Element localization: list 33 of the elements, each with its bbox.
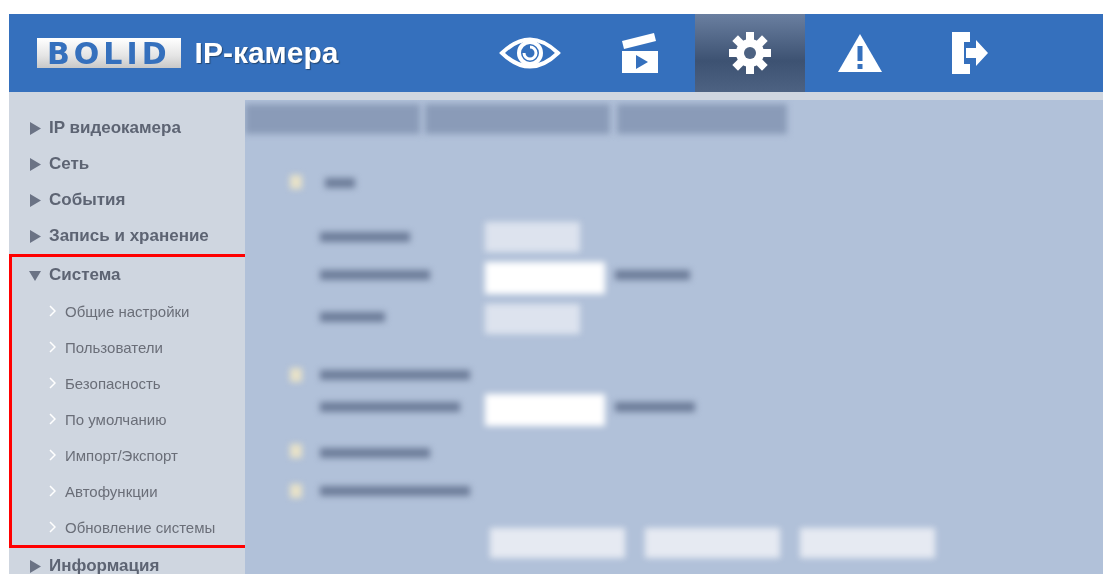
submenu-item[interactable]: Безопасность	[65, 374, 161, 392]
chevron-right-icon	[49, 485, 56, 497]
expand-triangle-icon[interactable]	[29, 559, 41, 573]
expand-triangle-icon[interactable]	[29, 193, 41, 207]
warning-icon	[835, 32, 884, 74]
nav-tab[interactable]	[694, 14, 805, 92]
collapse-triangle-icon[interactable]	[29, 268, 41, 282]
expand-triangle-icon[interactable]	[29, 121, 41, 135]
chevron-right-icon	[49, 521, 56, 533]
chevron-right-icon	[49, 341, 56, 353]
submenu-item[interactable]: По умолчанию	[65, 410, 167, 428]
chevron-right-icon	[49, 449, 56, 461]
chevron-right-icon	[49, 305, 56, 317]
app-title: IP-камера	[194, 36, 340, 70]
submenu-item[interactable]: Пользователи	[65, 338, 163, 356]
expand-triangle-icon[interactable]	[29, 229, 41, 243]
exit-door-icon	[949, 30, 990, 76]
eye-icon	[498, 34, 561, 72]
settings-icon	[727, 31, 772, 75]
submenu-item[interactable]: Общие настройки	[65, 302, 190, 320]
submenu-item[interactable]: Автофункции	[65, 482, 158, 500]
menu-item[interactable]: IP видеокамера	[49, 118, 181, 138]
menu-item[interactable]: Запись и хранение	[49, 226, 209, 246]
menu-item[interactable]: Система	[49, 265, 121, 285]
logo: BOLID	[37, 38, 181, 68]
submenu-item[interactable]: Обновление системы	[65, 518, 216, 536]
chevron-right-icon	[49, 377, 56, 389]
menu-item[interactable]: Информация	[49, 556, 160, 574]
submenu-item[interactable]: Импорт/Экспорт	[65, 446, 178, 464]
expand-triangle-icon[interactable]	[29, 157, 41, 171]
menu-item[interactable]: Сеть	[49, 154, 90, 174]
chevron-right-icon	[49, 413, 56, 425]
menu-item[interactable]: События	[49, 190, 126, 210]
